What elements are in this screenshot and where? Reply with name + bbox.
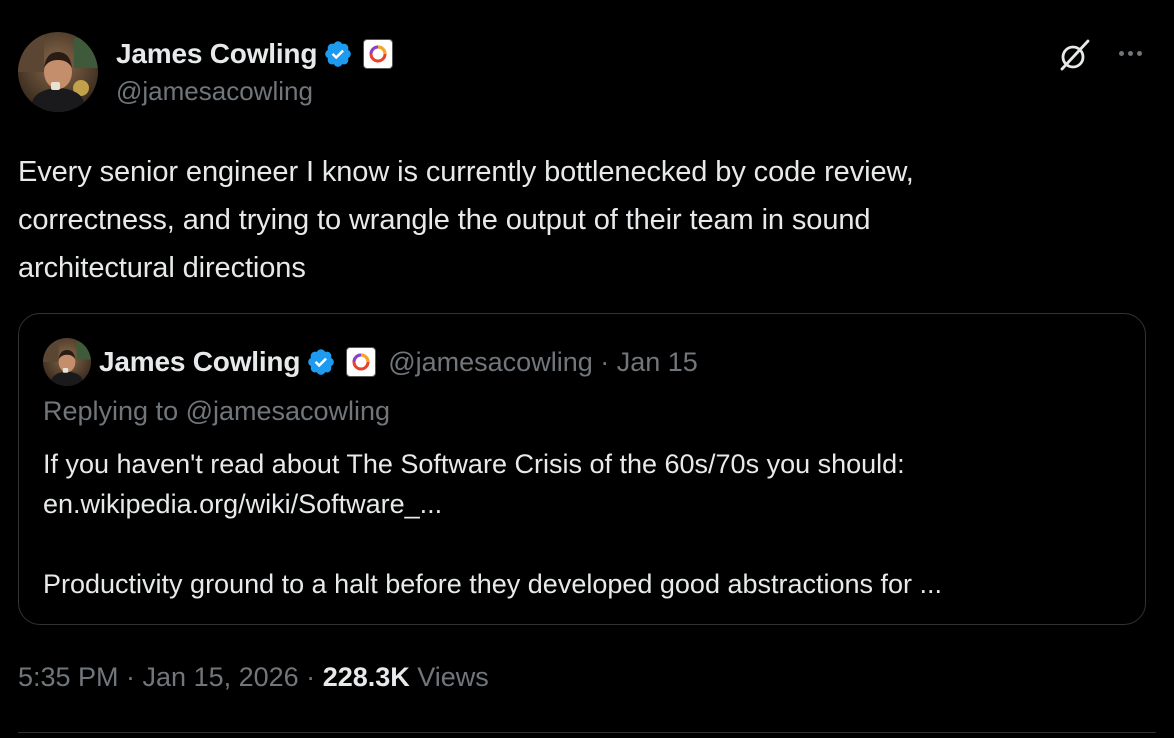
tweet-text-line: Every senior engineer I know is currentl… (18, 156, 914, 188)
timestamp[interactable]: 5:35 PM · Jan 15, 2026 · (18, 662, 323, 692)
author-handle[interactable]: @jamesacowling (116, 76, 313, 107)
author-display-name[interactable]: James Cowling (116, 38, 317, 70)
tweet-text-line: architectural directions (18, 252, 306, 284)
author-avatar[interactable] (18, 32, 98, 112)
affiliation-logo-icon[interactable] (346, 347, 377, 377)
replying-to: Replying to @jamesacowling (43, 396, 391, 426)
tweet-footer: 5:35 PM · Jan 15, 2026 · 228.3K Views (18, 662, 489, 693)
grok-icon[interactable] (1056, 36, 1094, 74)
views-count: 228.3K (322, 662, 410, 692)
tweet-text-line: correctness, and trying to wrangle the o… (18, 204, 871, 236)
quoted-tweet-text: If you haven't read about The Software C… (43, 444, 1123, 604)
author-name-row: James Cowling (116, 34, 394, 74)
quoted-author-avatar[interactable] (43, 338, 91, 386)
tweet-text: Every senior engineer I know is currentl… (18, 148, 1138, 292)
affiliation-logo-icon[interactable] (363, 39, 394, 69)
tweet-detail: James Cowling @jamesacowling Every senio… (0, 0, 1174, 738)
views-label: Views (409, 662, 489, 692)
quoted-author-name[interactable]: James Cowling (99, 346, 300, 378)
quoted-text-line: If you haven't read about The Software C… (43, 449, 905, 479)
quoted-text-link[interactable]: en.wikipedia.org/wiki/Software_... (43, 484, 1123, 524)
verified-badge-icon (308, 349, 335, 375)
quoted-handle-date[interactable]: @jamesacowling · Jan 15 (388, 347, 698, 378)
quoted-text-line: Productivity ground to a halt before the… (43, 569, 943, 599)
divider (18, 732, 1156, 733)
quoted-tweet-header: James Cowling @jamesacowling · Jan 15 (43, 336, 698, 388)
verified-badge-icon (325, 41, 352, 67)
more-options-icon[interactable] (1112, 38, 1148, 68)
quoted-tweet[interactable]: James Cowling @jamesacowling · Jan 15 Re… (18, 313, 1146, 625)
